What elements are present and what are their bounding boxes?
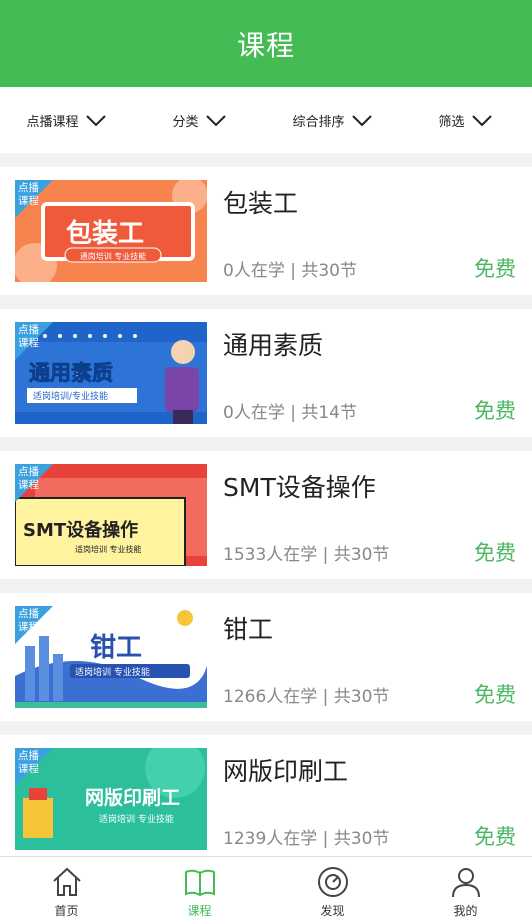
- tab-label: 我的: [453, 904, 478, 918]
- filter-label: 筛选: [438, 114, 465, 130]
- tab-discover[interactable]: 发现: [266, 857, 399, 924]
- course-card[interactable]: 通用素质 适岗培训/专业技能 点播 课程 通用素质 0人在学 | 共14节 免费: [0, 309, 532, 437]
- filter-screen[interactable]: 筛选: [399, 111, 532, 130]
- course-list: 包装工 通岗培训 专业技能 点播 课程 包装工 0人在学 | 共30节 免费 通…: [0, 167, 532, 863]
- banner-title: 包装工: [66, 218, 144, 249]
- banner-title: 网版印刷工: [85, 786, 180, 809]
- tab-label: 课程: [187, 904, 212, 918]
- filter-label: 点播课程: [26, 114, 79, 130]
- thumb-tag: 点播 课程: [18, 324, 39, 349]
- course-meta: 1533人在学 | 共30节: [223, 545, 390, 565]
- course-title: 通用素质: [223, 331, 324, 360]
- app-root: 课程 点播课程 分类 综合排序 筛选 包装工 通岗培训 专业技能 点播 课程 包…: [0, 0, 532, 924]
- tab-profile[interactable]: 我的: [399, 857, 532, 924]
- thumb-tag: 点播 课程: [18, 182, 39, 207]
- chevron-down-icon: [471, 115, 492, 127]
- banner-title: 通用素质: [29, 361, 113, 385]
- course-title: SMT设备操作: [223, 473, 376, 502]
- course-card[interactable]: 钳工 适岗培训 专业技能 点播 课程 钳工 1266人在学 | 共30节 免费: [0, 593, 532, 721]
- thumb-tag: 点播 课程: [18, 608, 39, 633]
- course-price: 免费: [474, 399, 516, 423]
- course-thumbnail: 包装工 通岗培训 专业技能 点播 课程: [15, 180, 207, 282]
- banner-subtitle: 适岗培训 专业技能: [99, 813, 174, 825]
- course-card[interactable]: 包装工 通岗培训 专业技能 点播 课程 包装工 0人在学 | 共30节 免费: [0, 167, 532, 295]
- course-title: 网版印刷工: [223, 757, 349, 786]
- filter-label: 综合排序: [292, 114, 345, 130]
- course-price: 免费: [474, 683, 516, 707]
- bottom-tab-bar: 首页 课程 发现 我的: [0, 856, 532, 924]
- banner-subtitle: 适岗培训 专业技能: [75, 544, 142, 554]
- tab-label: 发现: [320, 904, 345, 918]
- course-title: 包装工: [223, 189, 299, 218]
- filter-bar: 点播课程 分类 综合排序 筛选: [0, 87, 532, 153]
- banner-title: SMT设备操作: [23, 519, 138, 541]
- filter-sort[interactable]: 综合排序: [266, 111, 399, 130]
- tab-label: 首页: [54, 904, 79, 918]
- course-meta: 0人在学 | 共30节: [223, 261, 357, 281]
- course-thumbnail: 钳工 适岗培训 专业技能 点播 课程: [15, 606, 207, 708]
- page-title: 课程: [236, 28, 295, 62]
- course-thumbnail: 通用素质 适岗培训/专业技能 点播 课程: [15, 322, 207, 424]
- course-title: 钳工: [223, 615, 274, 644]
- compass-icon: [317, 867, 348, 897]
- course-thumbnail: 网版印刷工 适岗培训 专业技能 点播 课程: [15, 748, 207, 850]
- course-price: 免费: [474, 257, 516, 281]
- chevron-down-icon: [205, 115, 226, 127]
- banner-subtitle: 适岗培训/专业技能: [33, 390, 108, 402]
- course-meta: 0人在学 | 共14节: [223, 403, 357, 423]
- thumb-tag: 点播 课程: [18, 750, 39, 775]
- chevron-down-icon: [351, 115, 372, 127]
- course-card[interactable]: SMT设备操作 适岗培训 专业技能 点播 课程 SMT设备操作 1533人在学 …: [0, 451, 532, 579]
- chevron-down-icon: [85, 115, 106, 127]
- course-card[interactable]: 网版印刷工 适岗培训 专业技能 点播 课程 网版印刷工 1239人在学 | 共3…: [0, 735, 532, 863]
- tab-courses[interactable]: 课程: [133, 857, 266, 924]
- course-price: 免费: [474, 825, 516, 849]
- header: 课程: [0, 0, 532, 87]
- thumb-tag: 点播 课程: [18, 466, 39, 491]
- tab-home[interactable]: 首页: [0, 857, 133, 924]
- user-icon: [451, 868, 480, 898]
- course-price: 免费: [474, 541, 516, 565]
- banner-subtitle: 适岗培训 专业技能: [75, 666, 150, 678]
- course-thumbnail: SMT设备操作 适岗培训 专业技能 点播 课程: [15, 464, 207, 566]
- home-icon: [52, 867, 81, 896]
- book-icon: [184, 869, 215, 897]
- course-meta: 1239人在学 | 共30节: [223, 829, 390, 849]
- banner-title: 钳工: [90, 632, 142, 663]
- course-meta: 1266人在学 | 共30节: [223, 687, 390, 707]
- filter-course-type[interactable]: 点播课程: [0, 111, 133, 130]
- filter-label: 分类: [172, 114, 199, 130]
- banner-subtitle: 通岗培训 专业技能: [80, 251, 147, 261]
- filter-category[interactable]: 分类: [133, 111, 266, 130]
